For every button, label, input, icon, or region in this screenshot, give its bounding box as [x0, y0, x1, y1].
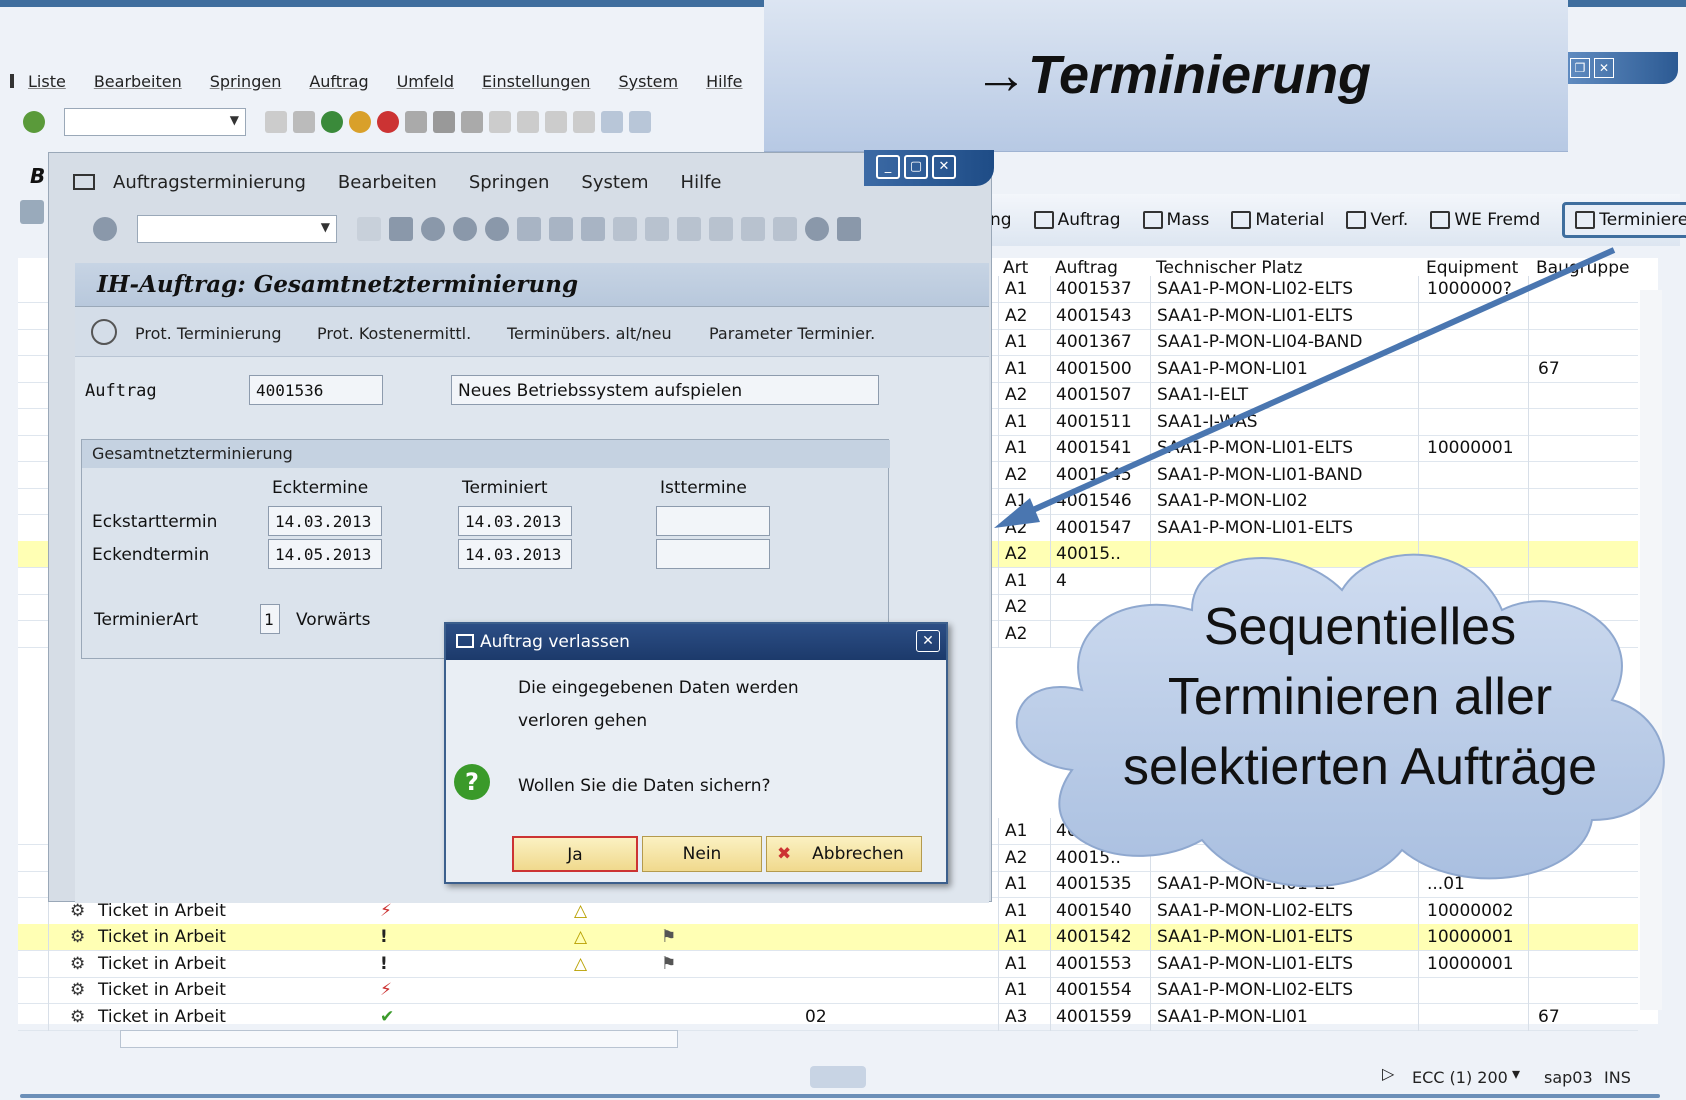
arrow-line: [1004, 247, 1616, 525]
annotation-arrow: [994, 247, 1616, 528]
arrow-head: [994, 498, 1040, 528]
